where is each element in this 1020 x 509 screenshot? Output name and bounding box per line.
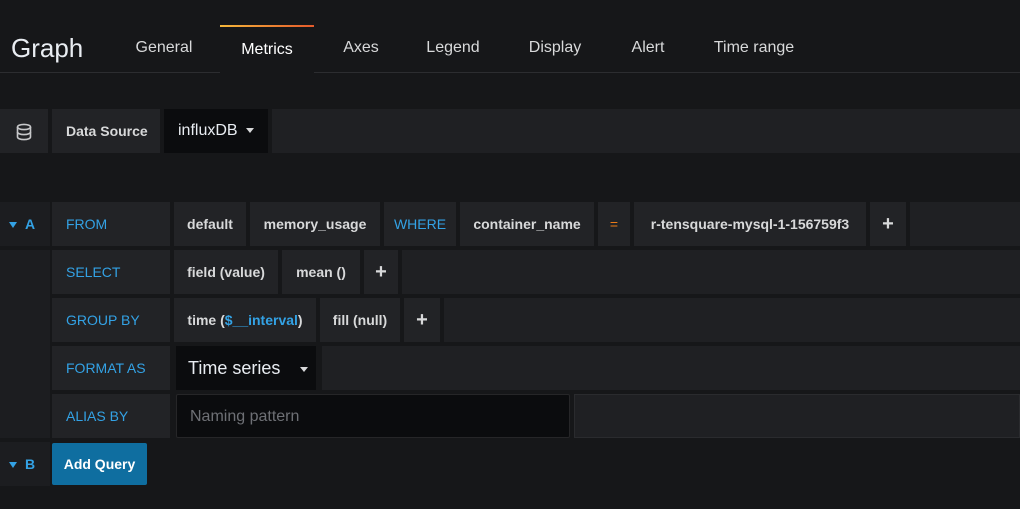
datasource-value: influxDB xyxy=(178,122,238,139)
tab-legend[interactable]: Legend xyxy=(410,25,496,73)
database-icon xyxy=(16,123,32,141)
collapse-triangle-icon xyxy=(9,222,17,229)
panel-title: Graph xyxy=(11,33,84,63)
alias-by-input[interactable]: Naming pattern xyxy=(176,394,570,438)
tag-key-segment[interactable]: container_name xyxy=(460,202,594,246)
group-by-label: GROUP BY xyxy=(52,298,170,342)
field-segment[interactable]: field (value) xyxy=(174,250,278,294)
query-b-letter: B xyxy=(25,456,36,472)
select-label: SELECT xyxy=(52,250,170,294)
panel-editor-header: Graph General Metrics Axes Legend Displa… xyxy=(0,0,1020,74)
interval-variable: $__interval xyxy=(224,312,298,328)
tab-alert[interactable]: Alert xyxy=(614,25,682,73)
group-by-time-segment[interactable]: time ($__interval) xyxy=(174,298,316,342)
query-a-side-strip xyxy=(0,250,50,438)
datasource-label: Data Source xyxy=(52,109,160,153)
where-keyword: WHERE xyxy=(384,202,456,246)
chevron-down-icon xyxy=(300,366,309,372)
collapse-triangle-icon xyxy=(9,462,17,469)
datasource-select[interactable]: influxDB xyxy=(164,109,268,153)
add-tag-button[interactable]: + xyxy=(870,202,906,246)
alias-by-label: ALIAS BY xyxy=(52,394,170,438)
query-a-letter: A xyxy=(25,216,36,232)
tab-axes[interactable]: Axes xyxy=(326,25,396,73)
tab-general[interactable]: General xyxy=(118,25,210,73)
datasource-icon-cell xyxy=(0,109,48,153)
measurement-segment[interactable]: memory_usage xyxy=(250,202,380,246)
retention-policy-segment[interactable]: default xyxy=(174,202,246,246)
alias-by-row-filler xyxy=(574,394,1020,438)
query-b-toggle[interactable]: B xyxy=(0,442,50,486)
format-as-row-filler xyxy=(322,346,1020,390)
aggregation-segment[interactable]: mean () xyxy=(282,250,360,294)
tag-operator-segment[interactable]: = xyxy=(598,202,630,246)
select-row-filler xyxy=(402,250,1020,294)
tab-time-range[interactable]: Time range xyxy=(698,25,810,73)
add-select-button[interactable]: + xyxy=(364,250,398,294)
tab-metrics[interactable]: Metrics xyxy=(220,25,314,74)
format-as-value: Time series xyxy=(188,358,281,378)
fill-segment[interactable]: fill (null) xyxy=(320,298,400,342)
query-a-toggle[interactable]: A xyxy=(0,202,50,246)
format-as-select[interactable]: Time series xyxy=(176,346,316,390)
from-label: FROM xyxy=(52,202,170,246)
chevron-down-icon xyxy=(245,128,254,134)
tag-value-segment[interactable]: r-tensquare-mysql-1-156759f3 xyxy=(634,202,866,246)
add-query-button[interactable]: Add Query xyxy=(52,443,147,485)
from-row-filler xyxy=(910,202,1020,246)
tab-display[interactable]: Display xyxy=(512,25,598,73)
format-as-label: FORMAT AS xyxy=(52,346,170,390)
group-by-row-filler xyxy=(444,298,1020,342)
time-prefix: time ( xyxy=(187,312,225,328)
time-suffix: ) xyxy=(297,312,303,328)
datasource-row-filler xyxy=(272,109,1020,153)
add-group-by-button[interactable]: + xyxy=(404,298,440,342)
